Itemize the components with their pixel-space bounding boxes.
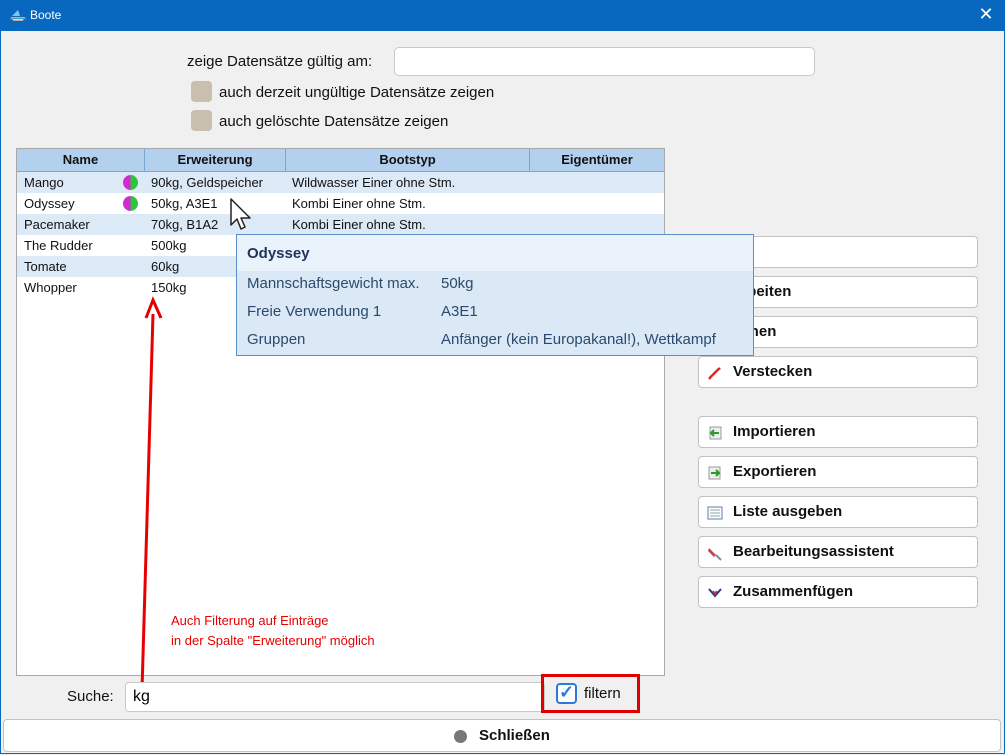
cell-erweiterung: 70kg, B1A2	[151, 217, 219, 232]
close-button[interactable]: Schließen	[3, 719, 1001, 752]
close-circle-icon	[454, 730, 467, 743]
cell-erweiterung: 90kg, Geldspeicher	[151, 175, 264, 190]
print-list-button[interactable]: Liste ausgeben	[698, 496, 978, 528]
hide-icon	[708, 367, 721, 380]
column-header-erweiterung[interactable]: Erweiterung	[145, 149, 286, 171]
cell-name: Mango	[24, 175, 64, 190]
cell-name: Odyssey	[24, 196, 75, 211]
cell-bootstyp: Wildwasser Einer ohne Stm.	[292, 175, 456, 190]
filter-label[interactable]: filtern	[584, 685, 621, 702]
export-button-label: Exportieren	[733, 463, 817, 480]
hide-button-label: Verstecken	[733, 363, 813, 380]
wizard-icon	[708, 548, 722, 561]
cell-name: Tomate	[24, 259, 67, 274]
annotation-line-1: Auch Filterung auf Einträge	[171, 613, 329, 628]
search-input[interactable]	[125, 682, 545, 712]
boats-table[interactable]: Name Erweiterung Bootstyp Eigentümer Man…	[16, 148, 665, 676]
print-list-button-label: Liste ausgeben	[733, 503, 843, 520]
tooltip-title: Odyssey	[247, 245, 310, 262]
close-icon[interactable]: ✕	[975, 4, 997, 25]
edit-wizard-button[interactable]: Bearbeitungsassistent	[698, 536, 978, 568]
show-invalid-checkbox[interactable]	[191, 81, 212, 102]
group-icon	[123, 175, 138, 190]
tooltip-value: 50kg	[441, 275, 474, 292]
show-deleted-checkbox[interactable]	[191, 110, 212, 131]
group-icon	[123, 196, 138, 211]
import-button[interactable]: Importieren	[698, 416, 978, 448]
cell-erweiterung: 50kg, A3E1	[151, 196, 218, 211]
list-icon	[707, 506, 723, 520]
cell-name: Whopper	[24, 280, 77, 295]
export-icon	[708, 466, 721, 480]
column-header-name[interactable]: Name	[17, 149, 145, 171]
merge-button-label: Zusammenfügen	[733, 583, 854, 600]
show-invalid-label: auch derzeit ungültige Datensätze zeigen	[219, 84, 495, 101]
table-row[interactable]: Odyssey 50kg, A3E1 Kombi Einer ohne Stm.	[17, 193, 664, 214]
tooltip-value: Anfänger (kein Europakanal!), Wettkampf	[441, 331, 716, 348]
cell-erweiterung: 150kg	[151, 280, 187, 295]
tooltip-key: Freie Verwendung 1	[247, 303, 382, 320]
column-header-eigentuemer[interactable]: Eigentümer	[530, 149, 664, 171]
cell-name: Pacemaker	[24, 217, 90, 232]
table-row[interactable]: Pacemaker 70kg, B1A2 Kombi Einer ohne St…	[17, 214, 664, 235]
date-input[interactable]	[394, 47, 815, 76]
tooltip-key: Mannschaftsgewicht max.	[247, 275, 420, 292]
edit-wizard-button-label: Bearbeitungsassistent	[733, 543, 894, 560]
import-icon	[709, 426, 722, 440]
tooltip-header: Odyssey	[237, 235, 753, 271]
import-button-label: Importieren	[733, 423, 816, 440]
export-button[interactable]: Exportieren	[698, 456, 978, 488]
table-row[interactable]: Mango 90kg, Geldspeicher Wildwasser Eine…	[17, 172, 664, 193]
merge-icon	[708, 588, 722, 598]
boat-icon	[9, 10, 27, 22]
cell-erweiterung: 60kg	[151, 259, 180, 274]
filter-highlight-box: ✓ filtern	[541, 674, 640, 713]
merge-button[interactable]: Zusammenfügen	[698, 576, 978, 608]
show-deleted-label: auch gelöschte Datensätze zeigen	[219, 113, 449, 130]
table-header: Name Erweiterung Bootstyp Eigentümer	[17, 149, 664, 172]
tooltip-value: A3E1	[441, 303, 478, 320]
hide-button[interactable]: Verstecken	[698, 356, 978, 388]
close-button-label: Schließen	[479, 727, 550, 744]
mouse-cursor-icon	[230, 198, 251, 230]
cell-bootstyp: Kombi Einer ohne Stm.	[292, 217, 426, 232]
window-title: Boote	[30, 8, 62, 22]
row-tooltip: Odyssey Mannschaftsgewicht max. 50kg Fre…	[236, 234, 754, 356]
date-label: zeige Datensätze gültig am:	[187, 53, 373, 70]
filter-checkbox[interactable]: ✓	[556, 682, 577, 704]
search-label: Suche:	[67, 688, 114, 705]
title-bar: Boote ✕	[0, 0, 1005, 31]
tooltip-key: Gruppen	[247, 331, 306, 348]
cell-name: The Rudder	[24, 238, 93, 253]
column-header-bootstyp[interactable]: Bootstyp	[286, 149, 530, 171]
cell-bootstyp: Kombi Einer ohne Stm.	[292, 196, 426, 211]
annotation-line-2: in der Spalte "Erweiterung" möglich	[171, 633, 375, 648]
cell-erweiterung: 500kg	[151, 238, 187, 253]
